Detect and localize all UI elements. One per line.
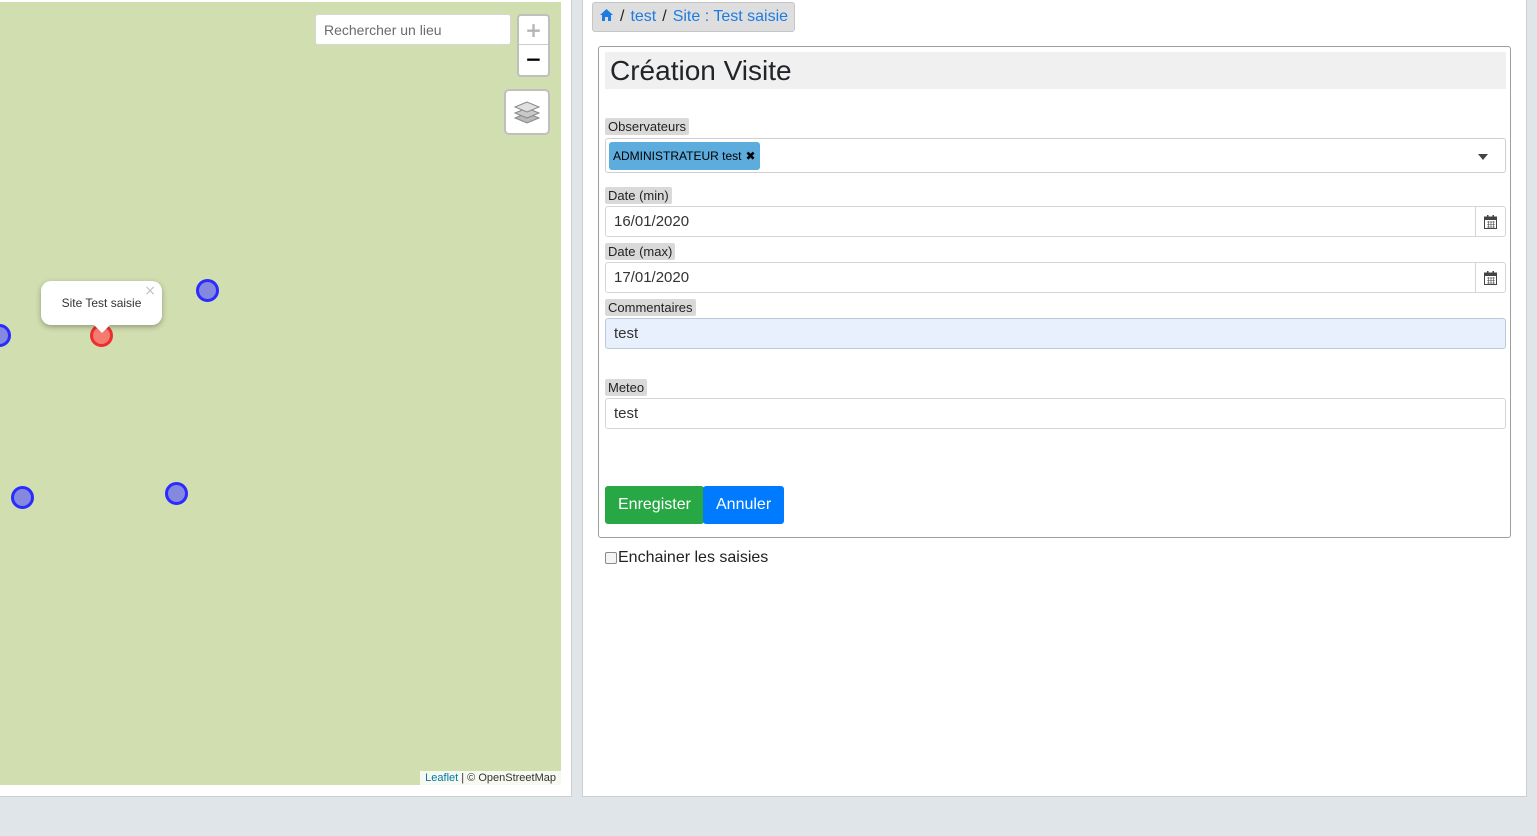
date-min-input[interactable]: 16/01/2020 [605, 206, 1476, 237]
zoom-control: + − [517, 14, 550, 77]
place-search-input[interactable] [315, 14, 511, 45]
home-icon [600, 8, 613, 21]
breadcrumb-item-test[interactable]: test [630, 8, 656, 26]
remove-observer-icon[interactable]: ✖ [745, 142, 755, 170]
map-attribution: Leaflet | © OpenStreetMap [420, 771, 561, 785]
date-min-label: Date (min) [605, 187, 672, 204]
form-panel: / test / Site : Test saisie Création Vis… [582, 0, 1527, 797]
breadcrumb: / test / Site : Test saisie [592, 2, 796, 32]
observer-chip: ADMINISTRATEUR test ✖ [609, 142, 760, 170]
date-max-calendar-button[interactable] [1475, 262, 1506, 293]
breadcrumb-separator: / [662, 8, 667, 25]
site-marker[interactable] [196, 279, 219, 302]
calendar-icon [1484, 270, 1497, 285]
save-button[interactable]: Enregister [605, 486, 704, 524]
meteo-label: Meteo [605, 379, 648, 396]
chevron-down-icon[interactable] [1478, 154, 1488, 160]
date-min-calendar-button[interactable] [1475, 206, 1506, 237]
breadcrumb-home[interactable] [599, 8, 614, 27]
breadcrumb-item-site[interactable]: Site : Test saisie [673, 8, 788, 26]
visit-form: Création Visite Observateurs ADMINISTRAT… [598, 46, 1511, 566]
layers-button[interactable] [504, 89, 550, 135]
meteo-input[interactable]: test [605, 398, 1506, 429]
commentaires-label: Commentaires [605, 299, 696, 316]
site-marker[interactable] [11, 486, 34, 509]
zoom-in-button[interactable]: + [519, 16, 548, 45]
date-max-input[interactable]: 17/01/2020 [605, 262, 1476, 293]
breadcrumb-separator: / [620, 8, 625, 25]
layers-icon [513, 101, 541, 124]
popup-close-icon[interactable]: × [144, 284, 156, 298]
site-marker[interactable] [0, 324, 11, 347]
site-popup: Site Test saisie × [41, 281, 162, 333]
calendar-icon [1484, 214, 1497, 229]
cancel-button[interactable]: Annuler [703, 486, 785, 524]
chain-entries-label: Enchainer les saisies [618, 549, 769, 566]
date-max-label: Date (max) [605, 243, 676, 260]
zoom-out-button[interactable]: − [519, 45, 548, 74]
chain-entries-option[interactable]: Enchainer les saisies [605, 549, 768, 567]
date-max-group: 17/01/2020 [605, 262, 1506, 293]
observer-chip-label: ADMINISTRATEUR test [613, 149, 742, 163]
site-marker[interactable] [165, 482, 188, 505]
commentaires-input[interactable]: test [605, 318, 1506, 349]
page-title: Création Visite [605, 52, 1506, 89]
map-panel: + − Site Test saisie × Leaflet | © OpenS… [0, 0, 572, 797]
popup-text: Site Test saisie [61, 296, 142, 310]
observateurs-label: Observateurs [605, 118, 690, 135]
chain-entries-checkbox[interactable] [605, 552, 617, 564]
leaflet-link[interactable]: Leaflet [425, 772, 458, 784]
popup-tip [92, 324, 111, 333]
attribution-text: | © OpenStreetMap [458, 772, 556, 784]
map[interactable]: + − Site Test saisie × Leaflet | © OpenS… [0, 2, 561, 785]
date-min-group: 16/01/2020 [605, 206, 1506, 237]
observateurs-select[interactable]: ADMINISTRATEUR test ✖ [605, 138, 1506, 173]
